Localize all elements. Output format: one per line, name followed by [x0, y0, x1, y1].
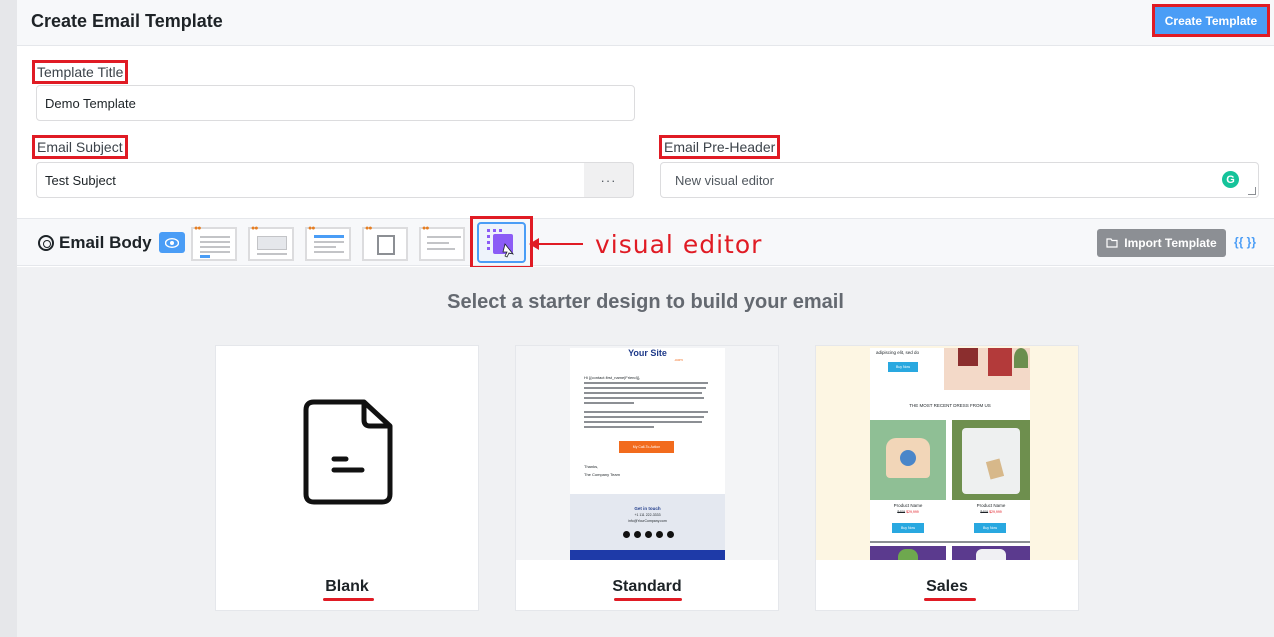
sales-buy-now-1: Buy Now: [892, 523, 924, 533]
pre-header-label: Email Pre-Header: [659, 135, 781, 159]
product-name-2: Product Name: [976, 503, 1006, 508]
resize-grip-icon[interactable]: [1248, 187, 1256, 195]
tshirt-photo: [870, 420, 946, 500]
product-price-2: $409 $29,999: [952, 510, 1030, 514]
brand-suffix: .com: [674, 357, 683, 362]
folder-icon: [1106, 238, 1118, 248]
standard-preview-column: Your Site .com Hi {{contact.first_name|F…: [570, 348, 725, 560]
sales-thumbnail: adipiscing elit, sed do Buy Now THE MOST…: [816, 346, 1078, 560]
page-title: Create Email Template: [31, 11, 223, 31]
visual-editor-annotation: visual editor: [595, 230, 763, 259]
blank-thumbnail: [216, 346, 478, 560]
dots-icon: ●●: [251, 225, 259, 232]
new-price: $29,999: [906, 510, 919, 514]
youtube-icon: [666, 531, 674, 538]
shirt-photo: [952, 420, 1030, 500]
card-underline: [323, 598, 374, 601]
eye-icon: [165, 237, 179, 248]
create-template-button[interactable]: Create Template: [1152, 4, 1270, 37]
import-template-label: Import Template: [1124, 236, 1217, 250]
standard-thumbnail: Your Site .com Hi {{contact.first_name|F…: [516, 346, 778, 560]
template-title-label: Template Title: [32, 60, 129, 84]
gallery-heading: Select a starter design to build your em…: [447, 291, 844, 313]
card-underline: [924, 598, 976, 601]
visual-editor-icon: [486, 228, 514, 258]
visual-editor-button[interactable]: [477, 222, 526, 263]
dots-icon: ●●: [422, 225, 430, 232]
card-underline: [614, 598, 682, 601]
lifebuoy-icon: [38, 235, 54, 251]
footer-title: Get in touch: [634, 506, 661, 511]
layout-option-html[interactable]: ●●: [419, 225, 465, 261]
sales-preview-column: adipiscing elit, sed do Buy Now THE MOST…: [870, 348, 1030, 560]
signoff-text: Thanks,: [584, 464, 599, 469]
linkedin-icon: [633, 531, 641, 538]
email-subject-label: Email Subject: [32, 135, 128, 159]
brand-logo: Your Site: [570, 348, 725, 358]
sales-intro-text: adipiscing elit, sed do: [876, 350, 920, 355]
visual-editor-highlight: [470, 216, 533, 269]
sales-section-title: THE MOST RECENT DRESS FROM US: [909, 403, 991, 408]
annotation-arrow: [529, 238, 583, 250]
email-subject-input[interactable]: Test Subject: [36, 162, 585, 198]
product-photo-3: [870, 546, 946, 560]
grammarly-icon[interactable]: G: [1222, 171, 1239, 188]
team-text: The Company Team: [584, 472, 620, 477]
import-template-button[interactable]: Import Template: [1097, 229, 1226, 257]
dots-icon: ●●: [308, 225, 316, 232]
merge-tags-button[interactable]: {{ }}: [1234, 235, 1256, 249]
instagram-icon: [644, 531, 652, 538]
email-body-toolbar: Email Body ●● ●● ●● ●● ●● visual editor …: [17, 216, 1274, 269]
sales-buy-now-2: Buy Now: [974, 523, 1006, 533]
new-price: $29,999: [989, 510, 1002, 514]
footer-email: info@YourCompany.com: [628, 519, 667, 523]
page-header: Create Email Template Create Template: [17, 0, 1274, 46]
facebook-icon: [622, 531, 630, 538]
layout-option-image[interactable]: ●●: [248, 225, 294, 261]
sales-buy-now-top: Buy Now: [888, 362, 918, 372]
card-label-blank: Blank: [325, 578, 369, 595]
layout-option-text[interactable]: ●●: [305, 225, 351, 261]
standard-footer: Get in touch +1 111 222-3333 info@YourCo…: [570, 494, 725, 550]
layout-option-plain[interactable]: ●●: [362, 225, 408, 261]
template-card-sales[interactable]: adipiscing elit, sed do Buy Now THE MOST…: [815, 345, 1079, 611]
card-label-standard: Standard: [612, 578, 682, 595]
template-card-standard[interactable]: Your Site .com Hi {{contact.first_name|F…: [515, 345, 779, 611]
footer-phone: +1 111 222-3333: [634, 513, 661, 517]
standard-bottom-bar: [570, 550, 725, 560]
left-strip: [0, 0, 17, 637]
card-label-sales: Sales: [926, 578, 968, 595]
sales-divider: [870, 541, 1030, 543]
email-body-title: Email Body: [59, 233, 152, 252]
product-name-1: Product Name: [893, 503, 923, 508]
old-price: $409: [897, 510, 906, 514]
twitter-icon: [655, 531, 663, 538]
subject-more-button[interactable]: ···: [584, 162, 634, 198]
dress-photo: [944, 348, 1030, 390]
blank-document-icon: [303, 399, 393, 505]
cta-button: My Call-To-Action: [619, 441, 674, 453]
brand-name: Your Site: [628, 348, 667, 358]
preview-button[interactable]: [159, 232, 185, 253]
template-card-blank[interactable]: Blank: [215, 345, 479, 611]
product-photo-4: [952, 546, 1030, 560]
template-title-input[interactable]: Demo Template: [36, 85, 635, 121]
dots-icon: ●●: [194, 225, 202, 232]
dots-icon: ●●: [365, 225, 373, 232]
layout-option-basic[interactable]: ●●: [191, 225, 237, 261]
pre-header-input[interactable]: New visual editor: [660, 162, 1259, 198]
old-price: $409: [980, 510, 989, 514]
starter-gallery: Select a starter design to build your em…: [17, 267, 1274, 637]
greeting-text: Hi {{contact.first_name|Friend}},: [584, 375, 641, 380]
product-price-1: $409 $29,999: [870, 510, 946, 514]
social-icons: [619, 531, 677, 539]
